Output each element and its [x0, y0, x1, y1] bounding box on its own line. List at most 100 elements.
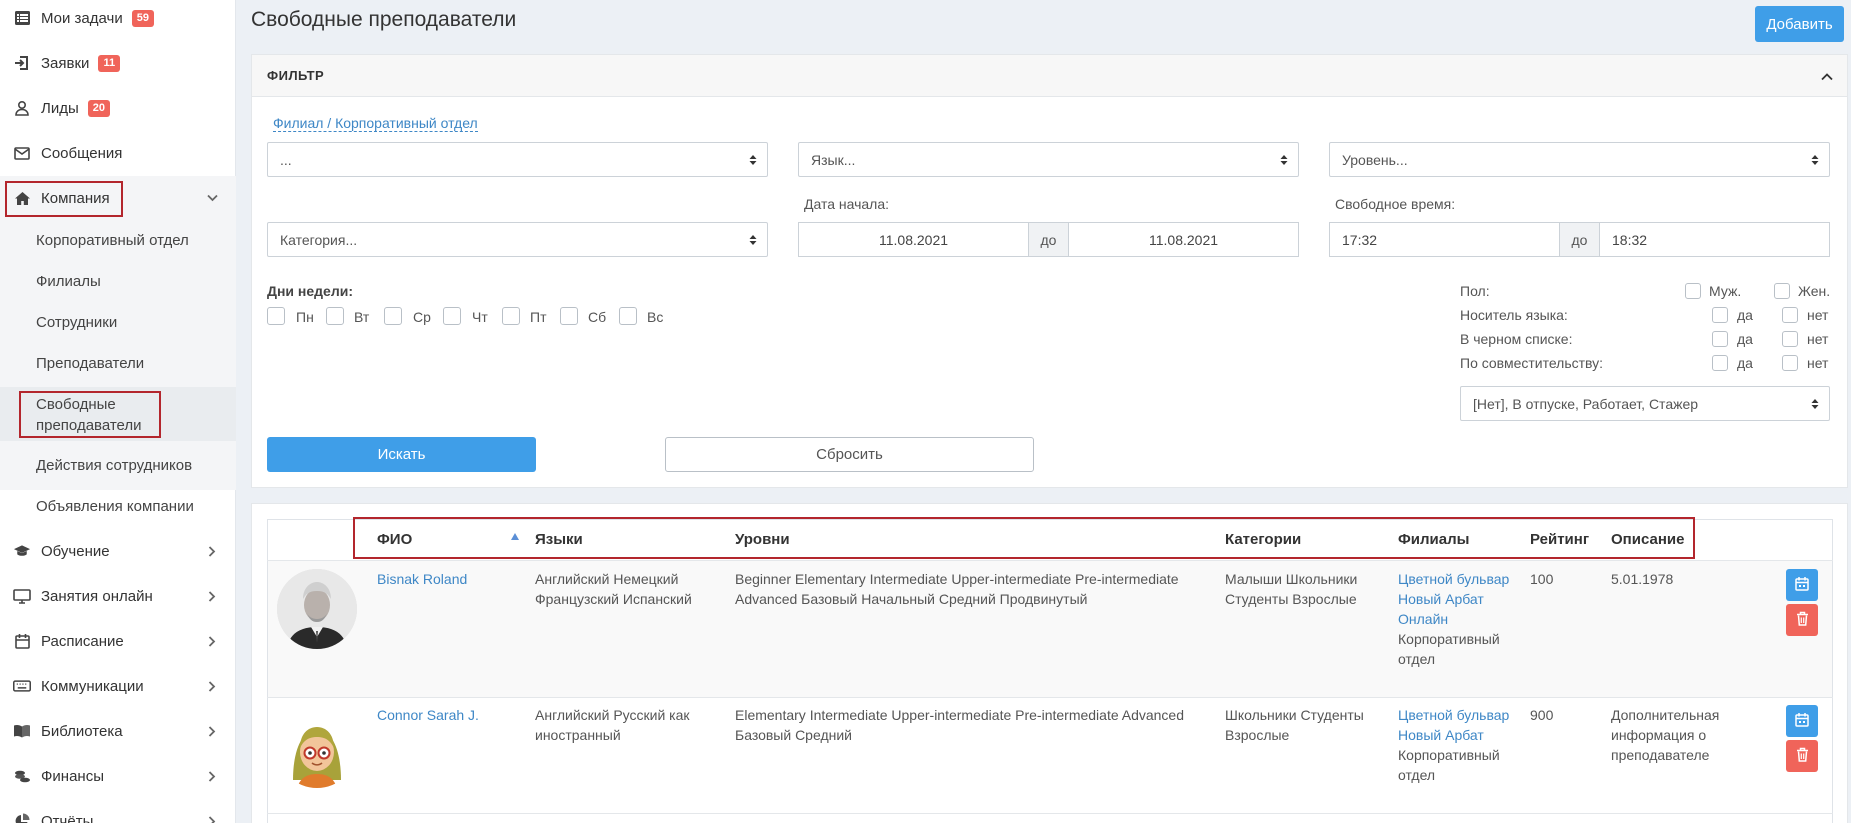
blacklist-no-checkbox[interactable] [1782, 331, 1798, 347]
delete-button[interactable] [1786, 740, 1818, 772]
sign-in-icon [13, 54, 31, 72]
native-yes-label: да [1737, 307, 1753, 323]
branch-link[interactable]: Онлайн [1398, 609, 1518, 629]
schedule-button[interactable] [1786, 705, 1818, 737]
part-time-label: По совместительству: [1460, 355, 1604, 371]
teacher-description: Дополнительная информация о преподавател… [1611, 707, 1720, 763]
sidebar-item-messages[interactable]: Сообщения [0, 131, 236, 175]
teacher-branches: Цветной бульвар Новый Арбат Корпоративны… [1398, 705, 1518, 785]
sidebar-item-requests[interactable]: Заявки 11 [0, 41, 236, 85]
sidebar-subitem-employees[interactable]: Сотрудники [36, 314, 117, 331]
company-section-bg [0, 176, 236, 490]
sidebar-subitem-employee-actions[interactable]: Действия сотрудников [36, 457, 192, 474]
teacher-name-link[interactable]: Connor Sarah J. [377, 705, 479, 725]
teacher-name-text[interactable]: Bisnak Roland [377, 571, 467, 587]
sort-arrows-icon [749, 153, 757, 167]
sidebar-item-education[interactable]: Обучение [0, 529, 236, 573]
weekday-checkbox-thu[interactable] [443, 307, 461, 325]
table-row-divider [267, 813, 1833, 814]
native-yes-checkbox[interactable] [1712, 307, 1728, 323]
native-no-checkbox[interactable] [1782, 307, 1798, 323]
date-to-input[interactable]: 11.08.2021 [1068, 222, 1299, 257]
branch-link[interactable]: Цветной бульвар [1398, 569, 1518, 589]
teacher-name-link[interactable]: Bisnak Roland [377, 569, 467, 589]
calendar-icon [1795, 576, 1809, 595]
sidebar-item-library[interactable]: Библиотека [0, 709, 236, 753]
weekday-checkbox-fri[interactable] [502, 307, 520, 325]
sidebar-item-label: Расписание [41, 632, 124, 650]
time-from-input[interactable]: 17:32 [1329, 222, 1560, 257]
weekday-checkbox-sun[interactable] [619, 307, 637, 325]
add-button[interactable]: Добавить [1755, 6, 1844, 42]
sidebar-item-my-tasks[interactable]: Мои задачи 59 [0, 0, 236, 40]
weekday-checkbox-mon[interactable] [267, 307, 285, 325]
sidebar-subitem-corporate[interactable]: Корпоративный отдел [36, 232, 189, 249]
branch-link[interactable]: Цветной бульвар [1398, 705, 1518, 725]
graduation-cap-icon [13, 542, 31, 560]
weekday-checkbox-wed[interactable] [384, 307, 402, 325]
monitor-icon [13, 587, 31, 605]
teacher-levels: Beginner Elementary Intermediate Upper-i… [735, 571, 1179, 607]
free-teachers-highlight-frame [19, 391, 161, 438]
sort-arrows-icon [1811, 153, 1819, 167]
filter-panel-header[interactable]: ФИЛЬТР [252, 55, 1847, 97]
schedule-button[interactable] [1786, 569, 1818, 601]
weekday-checkbox-sat[interactable] [560, 307, 578, 325]
gender-female-checkbox[interactable] [1774, 283, 1790, 299]
part-time-no-checkbox[interactable] [1782, 355, 1798, 371]
trash-icon [1796, 611, 1809, 630]
teacher-rating: 100 [1530, 571, 1554, 587]
chevron-right-icon [204, 588, 220, 604]
blacklist-yes-checkbox[interactable] [1712, 331, 1728, 347]
branch-link[interactable]: Новый Арбат [1398, 725, 1518, 745]
filter-panel: ФИЛЬТР [251, 54, 1848, 488]
chevron-up-icon[interactable] [1821, 68, 1835, 82]
part-time-yes-checkbox[interactable] [1712, 355, 1728, 371]
chevron-right-icon [204, 543, 220, 559]
teacher-description: 5.01.1978 [1611, 571, 1674, 587]
sidebar-item-finance[interactable]: Финансы [0, 754, 236, 798]
sidebar-item-label: Сообщения [41, 144, 123, 162]
chevron-right-icon [204, 768, 220, 784]
sidebar-item-schedule[interactable]: Расписание [0, 619, 236, 663]
blacklist-no-label: нет [1807, 331, 1829, 347]
time-to-input[interactable]: 18:32 [1599, 222, 1830, 257]
sidebar-item-label: Коммуникации [41, 677, 144, 695]
sidebar-subitem-announcements[interactable]: Объявления компании [36, 498, 194, 515]
chevron-right-icon [204, 678, 220, 694]
branch-filter-link[interactable]: Филиал / Корпоративный отдел [273, 115, 478, 132]
teacher-levels: Elementary Intermediate Upper-intermedia… [735, 707, 1185, 743]
language-select[interactable]: Язык... [798, 142, 1299, 177]
sidebar-item-leads[interactable]: Лиды 20 [0, 86, 236, 130]
language-select-value: Язык... [811, 152, 856, 168]
sidebar-item-reports[interactable]: Отчёты [0, 799, 236, 823]
sort-arrows-icon [1280, 153, 1288, 167]
sidebar-subitem-branches[interactable]: Филиалы [36, 273, 101, 290]
teacher-name-text[interactable]: Connor Sarah J. [377, 707, 479, 723]
category-select[interactable]: Категория... [267, 222, 768, 257]
part-time-no-label: нет [1807, 355, 1829, 371]
reset-button[interactable]: Сбросить [665, 437, 1034, 472]
weekday-checkbox-tue[interactable] [326, 307, 344, 325]
weekday-label: Вс [647, 309, 664, 325]
branch-link[interactable]: Новый Арбат [1398, 589, 1518, 609]
calendar-icon [1795, 712, 1809, 731]
sort-arrows-icon [1811, 397, 1819, 411]
sidebar-item-label: Лиды [41, 99, 79, 117]
sidebar-subitem-teachers[interactable]: Преподаватели [36, 355, 144, 372]
branch-select-value: ... [280, 152, 292, 168]
gender-male-checkbox[interactable] [1685, 283, 1701, 299]
status-select[interactable]: [Нет], В отпуске, Работает, Стажер [1460, 386, 1830, 421]
date-from-input[interactable]: 11.08.2021 [798, 222, 1029, 257]
sidebar-item-communications[interactable]: Коммуникации [0, 664, 236, 708]
search-button[interactable]: Искать [267, 437, 536, 472]
list-icon [13, 9, 31, 27]
sidebar-item-online-classes[interactable]: Занятия онлайн [0, 574, 236, 618]
weekday-label: Пт [530, 309, 547, 325]
branch-select[interactable]: ... [267, 142, 768, 177]
sort-arrows-icon [749, 233, 757, 247]
delete-button[interactable] [1786, 604, 1818, 636]
level-select[interactable]: Уровень... [1329, 142, 1830, 177]
start-date-label: Дата начала: [804, 196, 890, 212]
blacklist-label: В черном списке: [1460, 331, 1573, 347]
